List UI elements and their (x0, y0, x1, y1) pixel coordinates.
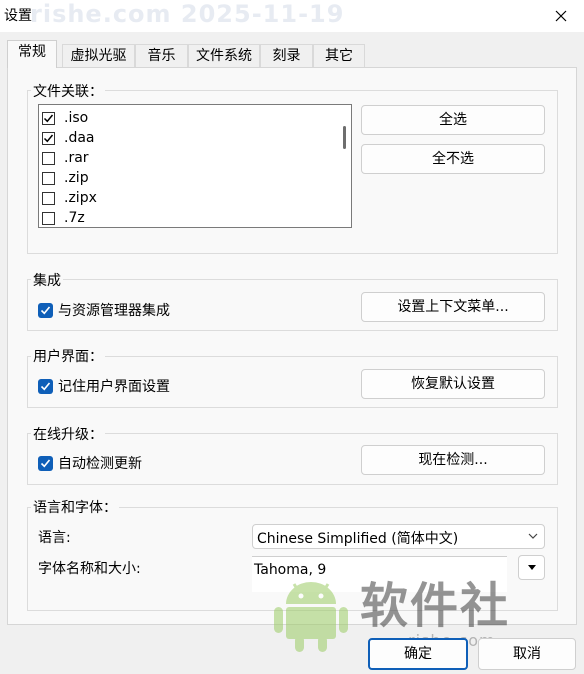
update-title: 在线升级： (31, 424, 105, 444)
scrollbar-thumb[interactable] (343, 126, 346, 149)
cancel-button[interactable]: 取消 (478, 638, 576, 670)
checkbox-label: 与资源管理器集成 (58, 303, 170, 319)
language-label: 语言: (38, 530, 71, 546)
language-select[interactable]: Chinese Simplified (简体中文) (252, 524, 545, 549)
checkbox[interactable] (42, 211, 55, 225)
integration-title: 集成 (31, 270, 63, 290)
close-icon (555, 10, 567, 22)
close-button[interactable] (538, 0, 584, 32)
tab-music[interactable]: 音乐 (135, 44, 188, 67)
select-all-button[interactable]: 全选 (361, 105, 545, 135)
tab-label: 刻录 (272, 48, 301, 64)
language-value: Chinese Simplified (简体中文) (257, 531, 459, 547)
check-icon (40, 381, 51, 390)
font-field: Tahoma, 9 (252, 556, 507, 592)
file-ext-label: .rar (64, 150, 89, 166)
window-title: 设置 (4, 8, 32, 24)
checkbox[interactable] (38, 455, 53, 471)
file-ext-label: .zipx (64, 190, 97, 206)
checkbox-label: 自动检测更新 (58, 456, 142, 472)
tab-label: 其它 (325, 48, 353, 64)
checkbox[interactable] (42, 171, 55, 185)
watermark-text: rishe.com 2025-11-19 (30, 0, 345, 28)
list-item[interactable]: .7z (42, 208, 85, 227)
checkbox-label: 记住用户界面设置 (58, 379, 170, 395)
file-ext-label: .zip (64, 170, 89, 186)
tab-burn[interactable]: 刻录 (260, 44, 313, 67)
tab-label: 文件系统 (196, 48, 252, 64)
checkbox[interactable] (38, 302, 53, 318)
check-icon (43, 114, 54, 122)
ui-title: 用户界面： (31, 346, 105, 366)
check-icon (40, 458, 51, 467)
tab-label: 虚拟光驱 (70, 48, 127, 64)
ok-button[interactable]: 确定 (368, 638, 468, 670)
remember-ui-checkbox[interactable]: 记住用户界面设置 (38, 376, 170, 396)
check-icon (40, 305, 51, 314)
scrollbar[interactable] (338, 106, 350, 226)
file-ext-label: .iso (64, 110, 89, 126)
chevron-down-icon (527, 564, 536, 570)
font-picker-button[interactable] (518, 555, 545, 580)
check-now-button[interactable]: 现在检测... (361, 445, 545, 475)
font-label: 字体名称和大小: (38, 561, 141, 577)
checkbox[interactable] (42, 131, 55, 145)
context-menu-button[interactable]: 设置上下文菜单... (361, 292, 545, 322)
file-assoc-title: 文件关联： (31, 81, 105, 101)
restore-defaults-button[interactable]: 恢复默认设置 (361, 369, 545, 399)
chevron-down-icon (528, 533, 538, 539)
lang-font-title: 语言和字体： (31, 497, 119, 517)
file-ext-label: .7z (64, 210, 85, 226)
list-item[interactable]: .zip (42, 168, 89, 188)
tab-filesystem[interactable]: 文件系统 (188, 44, 260, 67)
list-item[interactable]: .rar (42, 148, 89, 168)
auto-update-checkbox[interactable]: 自动检测更新 (38, 453, 142, 473)
font-value: Tahoma, 9 (254, 562, 327, 578)
file-ext-label: .daa (64, 130, 95, 146)
list-item[interactable]: .iso (42, 108, 88, 128)
tab-virtual-drive[interactable]: 虚拟光驱 (62, 44, 135, 67)
tab-label: 常规 (18, 44, 46, 60)
title-bar: 设置 rishe.com 2025-11-19 (0, 0, 584, 32)
check-icon (43, 134, 54, 142)
select-none-button[interactable]: 全不选 (361, 144, 545, 174)
explorer-integration-checkbox[interactable]: 与资源管理器集成 (38, 300, 170, 320)
tab-other[interactable]: 其它 (313, 44, 365, 67)
tab-label: 音乐 (147, 48, 176, 64)
tab-general[interactable]: 常规 (7, 40, 57, 68)
checkbox[interactable] (42, 191, 55, 205)
list-item[interactable]: .zipx (42, 188, 97, 208)
list-item[interactable]: .daa (42, 128, 95, 148)
checkbox[interactable] (42, 151, 55, 165)
file-type-list[interactable]: .iso .daa .rar .zip .zipx .7z (38, 104, 352, 228)
checkbox[interactable] (38, 378, 53, 394)
checkbox[interactable] (42, 111, 55, 125)
